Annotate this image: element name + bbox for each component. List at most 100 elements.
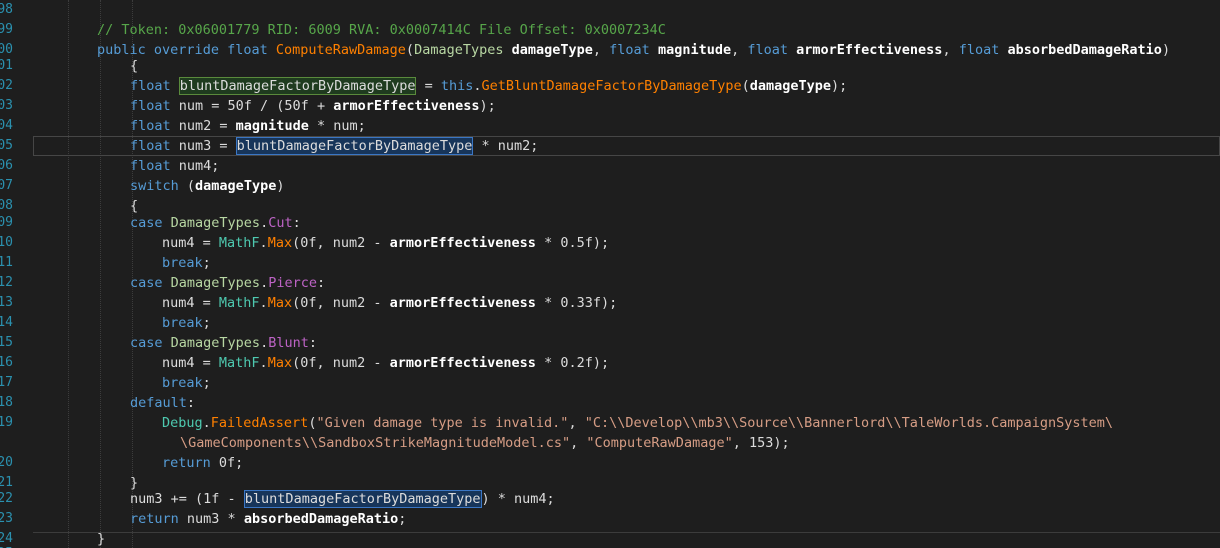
code-punct: { xyxy=(130,58,139,74)
code-punct: 0f; xyxy=(210,455,244,471)
line-number: 02 xyxy=(0,78,13,93)
code-line[interactable]: 02 float bluntDamageFactorByDamageType = … xyxy=(0,76,1220,96)
code-line[interactable]: 10 num4 = MathF.Max(0f, num2 - armorEffec… xyxy=(0,233,1220,253)
class-name: MathF xyxy=(218,295,260,311)
code-line[interactable]: 01 { xyxy=(0,56,1220,76)
code-text[interactable]: float num2 = magnitude * num; xyxy=(130,116,366,136)
code-line[interactable]: 99 // Token: 0x06001779 RID: 6009 RVA: 0x… xyxy=(0,20,1220,40)
keyword: break xyxy=(162,375,203,391)
code-text[interactable]: break; xyxy=(162,313,211,333)
code-text[interactable]: break; xyxy=(162,253,211,273)
code-line[interactable]: 11 break; xyxy=(0,253,1220,273)
code-text[interactable]: // Token: 0x06001779 RID: 6009 RVA: 0x00… xyxy=(97,20,666,40)
code-punct: . xyxy=(259,355,268,371)
code-text[interactable]: break; xyxy=(162,373,211,393)
code-punct: , xyxy=(568,415,585,431)
code-punct: ( xyxy=(741,78,750,94)
keyword: switch xyxy=(130,178,179,194)
method-name: FailedAssert xyxy=(210,415,309,431)
code-text[interactable]: float bluntDamageFactorByDamageType = th… xyxy=(130,76,847,96)
code-text[interactable]: num4 = MathF.Max(0f, num2 - armorEffecti… xyxy=(162,353,609,373)
code-punct: num4 = xyxy=(162,235,219,251)
enum-member: Blunt xyxy=(268,335,309,351)
code-text[interactable]: default: xyxy=(130,393,195,413)
line-number: 13 xyxy=(0,295,13,310)
class-name: Debug xyxy=(162,415,203,431)
line-number: 22 xyxy=(0,491,13,506)
code-punct: ); xyxy=(479,98,496,114)
code-text[interactable]: case DamageTypes.Pierce: xyxy=(130,273,325,293)
code-text[interactable]: switch (damageType) xyxy=(130,176,284,196)
code-line[interactable]: 23 return num3 * absorbedDamageRatio; xyxy=(0,509,1220,529)
code-text[interactable]: case DamageTypes.Cut: xyxy=(130,213,301,233)
code-line[interactable]: 06 float num4; xyxy=(0,156,1220,176)
line-number: 05 xyxy=(0,138,13,153)
code-punct: num3 * xyxy=(178,511,244,527)
code-punct: : xyxy=(316,275,326,291)
code-text[interactable]: float num = 50f / (50f + armorEffectiven… xyxy=(130,96,496,116)
code-punct: { xyxy=(130,198,139,214)
line-number: 01 xyxy=(0,58,13,73)
code-text[interactable]: num4 = MathF.Max(0f, num2 - armorEffecti… xyxy=(162,293,617,313)
code-text[interactable]: Debug.FailedAssert("Given damage type is… xyxy=(162,413,1113,433)
keyword: return xyxy=(130,511,179,527)
code-punct: num2 = xyxy=(170,118,236,134)
code-line[interactable]: 05 float num3 = bluntDamageFactorByDamage… xyxy=(0,136,1220,156)
keyword: float xyxy=(130,78,171,94)
code-line[interactable]: 98 xyxy=(0,0,1220,20)
method-name: Max xyxy=(267,355,293,371)
parameter: armorEffectiveness xyxy=(389,235,536,251)
keyword: case xyxy=(130,215,163,231)
code-punct: (0f, num2 - xyxy=(292,355,390,371)
line-number: 11 xyxy=(0,255,13,270)
type-name: DamageTypes xyxy=(170,275,261,291)
code-line[interactable]: 12 case DamageTypes.Pierce: xyxy=(0,273,1220,293)
code-punct: : xyxy=(292,215,301,231)
code-line[interactable]: 07 switch (damageType) xyxy=(0,176,1220,196)
class-name: MathF xyxy=(218,355,260,371)
code-line[interactable]: 19 Debug.FailedAssert("Given damage type … xyxy=(0,413,1220,433)
code-punct: num4; xyxy=(170,158,220,174)
code-line[interactable]: 14 break; xyxy=(0,313,1220,333)
code-punct: , xyxy=(570,435,587,451)
code-line[interactable]: 16 num4 = MathF.Max(0f, num2 - armorEffec… xyxy=(0,353,1220,373)
code-line[interactable]: 09 case DamageTypes.Cut: xyxy=(0,213,1220,233)
local-variable-reference: bluntDamageFactorByDamageType xyxy=(235,137,474,155)
code-punct xyxy=(171,78,179,94)
local-variable-reference: bluntDamageFactorByDamageType xyxy=(243,490,482,508)
code-line[interactable]: 22 num3 += (1f - bluntDamageFactorByDamag… xyxy=(0,489,1220,509)
code-text[interactable]: float num4; xyxy=(130,156,219,176)
code-text[interactable]: num3 += (1f - bluntDamageFactorByDamageT… xyxy=(130,489,555,509)
code-line[interactable]: 04 float num2 = magnitude * num; xyxy=(0,116,1220,136)
code-line[interactable]: 03 float num = 50f / (50f + armorEffectiv… xyxy=(0,96,1220,116)
string-literal: "Given damage type is invalid." xyxy=(316,415,569,431)
code-line[interactable]: 20 return 0f; xyxy=(0,453,1220,473)
line-number: 99 xyxy=(0,22,13,37)
code-line[interactable]: 17 break; xyxy=(0,373,1220,393)
code-punct: , 153); xyxy=(732,435,790,451)
code-text[interactable]: num4 = MathF.Max(0f, num2 - armorEffecti… xyxy=(162,233,609,253)
code-text[interactable]: \GameComponents\\SandboxStrikeMagnitudeM… xyxy=(180,433,790,453)
code-punct: . xyxy=(260,335,269,351)
code-line[interactable]: 13 num4 = MathF.Max(0f, num2 - armorEffec… xyxy=(0,293,1220,313)
code-text[interactable]: { xyxy=(130,56,138,76)
code-punct: * 0.33f); xyxy=(535,295,618,311)
code-punct: ( xyxy=(178,178,196,194)
code-text[interactable]: return 0f; xyxy=(162,453,243,473)
code-punct: ; xyxy=(202,375,211,391)
code-editor[interactable]: 98 99 // Token: 0x06001779 RID: 6009 RVA: … xyxy=(0,0,1220,548)
code-text[interactable]: case DamageTypes.Blunt: xyxy=(130,333,317,353)
line-number: 17 xyxy=(0,375,13,390)
editor-bottom-divider xyxy=(33,532,1220,533)
code-text[interactable]: float num3 = bluntDamageFactorByDamageTy… xyxy=(130,136,538,156)
code-punct: . xyxy=(260,275,269,291)
code-line[interactable]: 18 default: xyxy=(0,393,1220,413)
code-punct: : xyxy=(186,395,196,411)
code-punct: ) * num4; xyxy=(481,491,555,507)
code-text[interactable]: return num3 * absorbedDamageRatio; xyxy=(130,509,406,529)
parameter: absorbedDamageRatio xyxy=(243,511,399,527)
code-line[interactable]: \GameComponents\\SandboxStrikeMagnitudeM… xyxy=(0,433,1220,453)
code-line[interactable]: 15 case DamageTypes.Blunt: xyxy=(0,333,1220,353)
code-line[interactable]: 25 xyxy=(0,544,1220,548)
code-punct: . xyxy=(259,235,268,251)
